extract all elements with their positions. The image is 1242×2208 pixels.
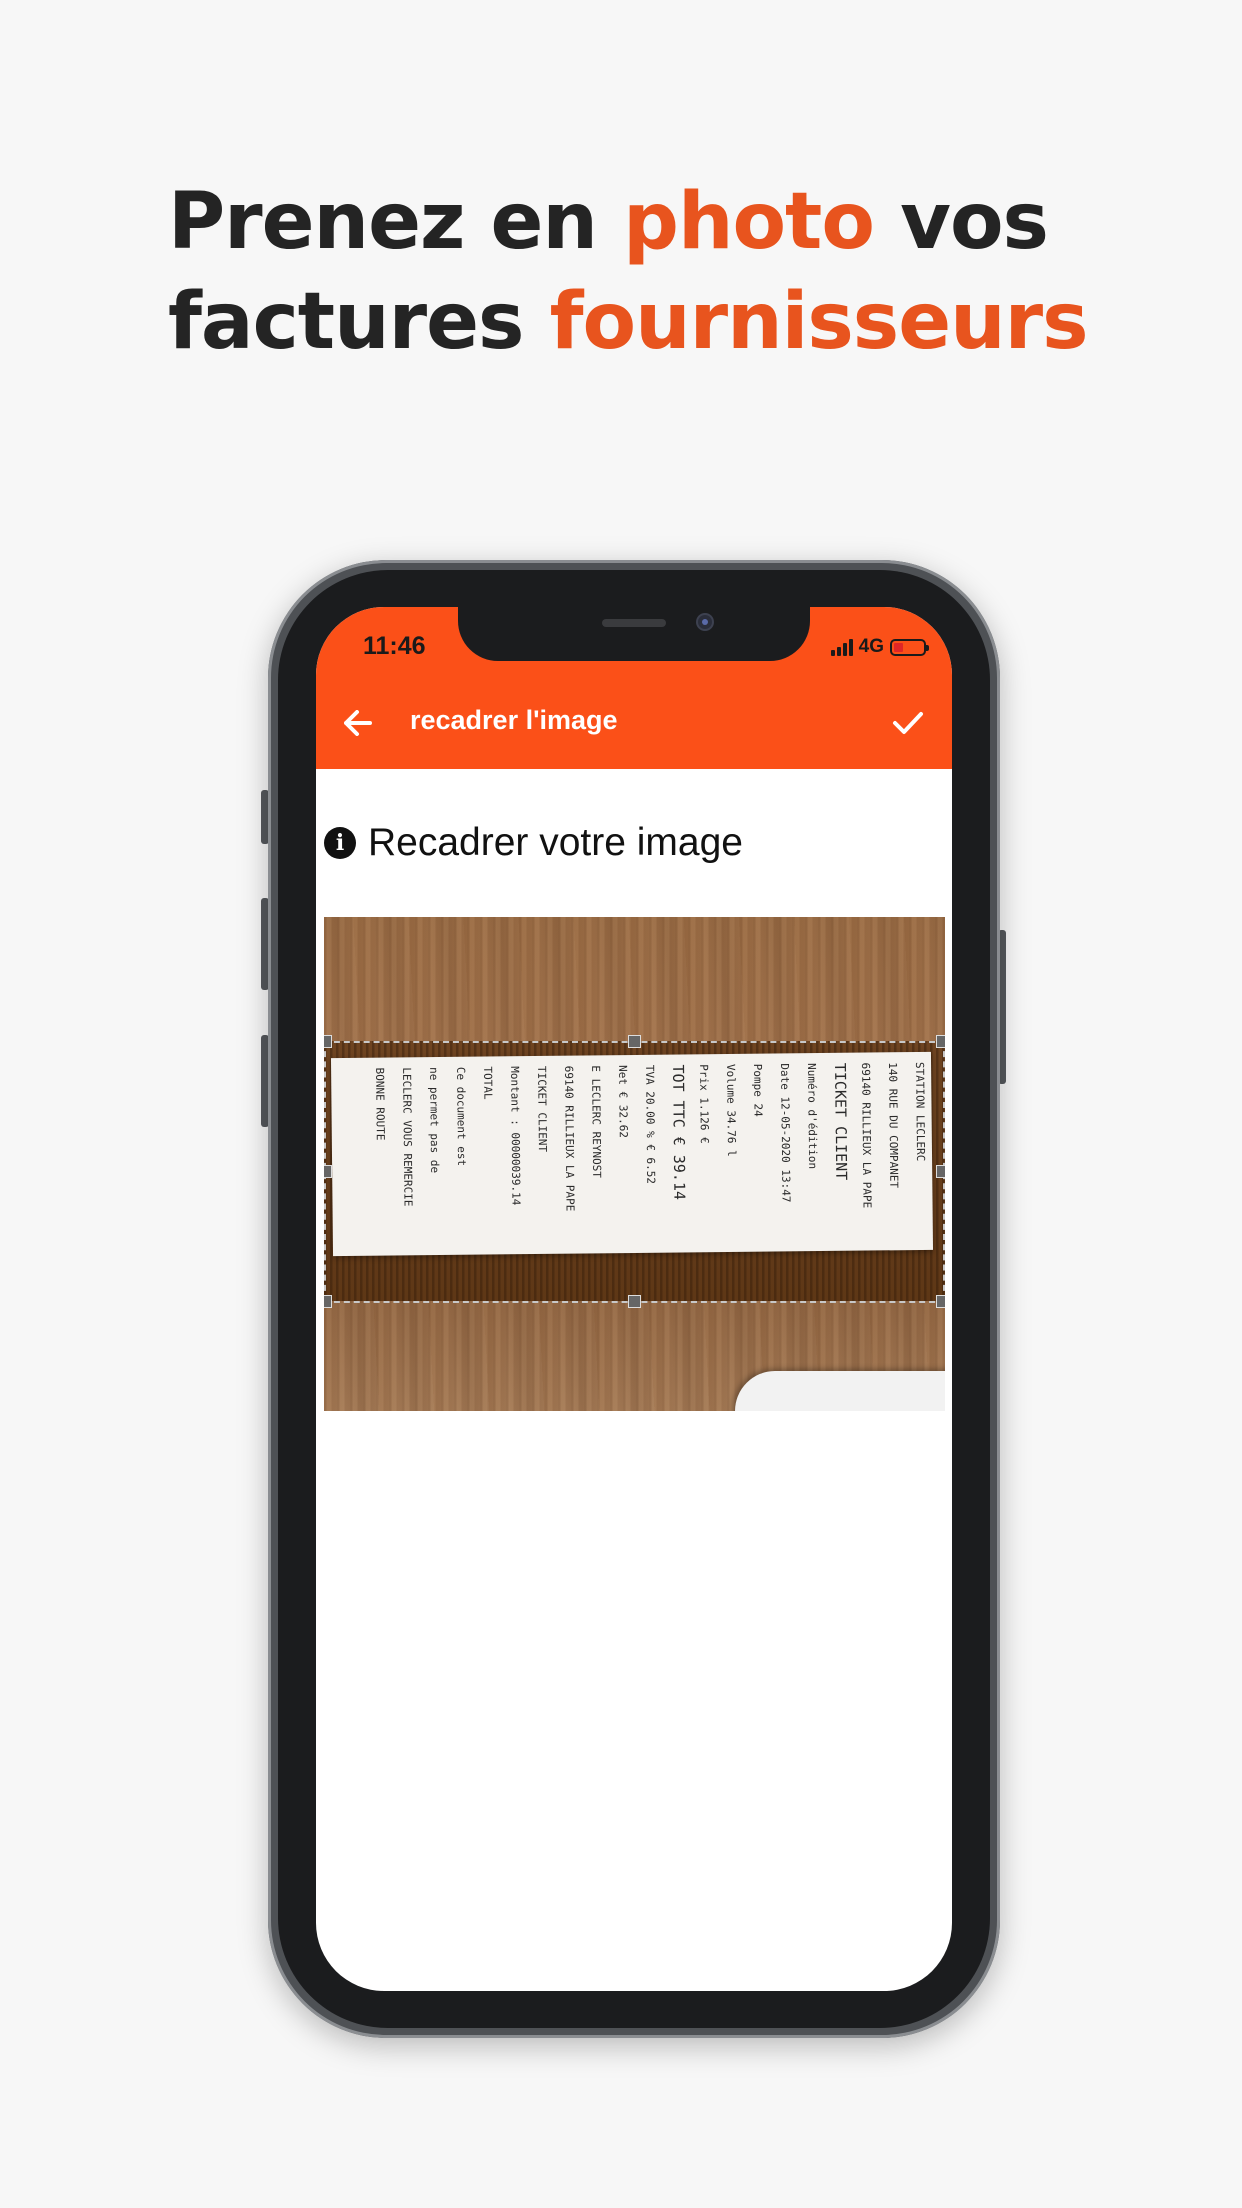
front-camera — [698, 615, 712, 629]
phone-screen: 11:46 4G recadrer l'image i Recadrer vot… — [316, 607, 952, 1991]
status-time: 11:46 — [363, 632, 426, 660]
receipt-line: Date 12-05-2020 13:47 — [778, 1063, 792, 1202]
crop-handle-bottom-right[interactable] — [936, 1295, 945, 1308]
check-icon — [893, 712, 923, 734]
speaker-grille — [602, 619, 666, 627]
receipt-line: TICKET CLIENT — [831, 1063, 850, 1181]
receipt-line: 69140 RILLIEUX LA PAPE — [859, 1062, 874, 1208]
receipt-line: Prix 1.126 € — [697, 1064, 711, 1144]
phone-notch — [458, 607, 810, 661]
status-indicators: 4G — [830, 636, 929, 658]
receipt-line: 69140 RILLIEUX LA PAPE — [562, 1066, 577, 1212]
back-button[interactable] — [338, 703, 378, 743]
receipt-line: ne permet pas de — [427, 1067, 441, 1173]
instruction-text: Recadrer votre image — [368, 821, 743, 864]
app-bar-title: recadrer l'image — [410, 705, 618, 735]
crop-handle-top-left[interactable] — [324, 1035, 332, 1048]
receipt-line: TOT TTC € 39.14 — [669, 1064, 688, 1200]
headline-accent-fournisseurs: fournisseurs — [549, 277, 1089, 367]
app-bar: 11:46 4G recadrer l'image — [316, 607, 952, 769]
receipt-line: TICKET CLIENT — [535, 1066, 549, 1153]
receipt-line: TVA 20.00 % € 6.52 — [643, 1065, 657, 1184]
receipt-line: Ce document est — [454, 1067, 468, 1166]
headline-line-1: Prenez en photo vos — [168, 177, 1049, 267]
crop-handle-top-right[interactable] — [936, 1035, 945, 1048]
network-label: 4G — [858, 636, 884, 657]
receipt-line: Montant : 00000039.14 — [508, 1066, 522, 1206]
receipt-line: BONNE ROUTE — [373, 1068, 387, 1141]
receipt-line: E LECLERC REYNOST — [589, 1065, 603, 1178]
headline: Prenez en photo vos factures fournisseur… — [168, 172, 1168, 372]
crop-handle-bottom-left[interactable] — [324, 1295, 332, 1308]
signal-icon — [830, 638, 853, 656]
crop-handle-middle-right[interactable] — [936, 1165, 945, 1178]
instruction-row: i Recadrer votre image — [324, 821, 743, 865]
battery-icon — [890, 638, 929, 656]
headline-line-2: factures fournisseurs — [168, 277, 1089, 367]
confirm-button[interactable] — [886, 701, 930, 745]
plate-edge — [735, 1371, 945, 1411]
headline-accent-photo: photo — [623, 177, 875, 267]
receipt-line: LECLERC VOUS REMERCIE — [400, 1067, 414, 1206]
crop-handle-top-center[interactable] — [628, 1035, 641, 1048]
receipt-line: STATION LECLERC — [913, 1062, 927, 1161]
receipt-line: TOTAL — [481, 1066, 494, 1100]
crop-handle-middle-left[interactable] — [324, 1165, 332, 1178]
info-icon: i — [324, 827, 356, 859]
receipt-line: 140 RUE DU COMPANET — [886, 1062, 900, 1188]
arrow-left-icon — [344, 710, 372, 736]
receipt-line: Pompe 24 — [751, 1064, 765, 1117]
receipt-line: Numéro d'édition — [805, 1063, 819, 1169]
crop-image[interactable]: STATION LECLERC 140 RUE DU COMPANET 69140 … — [324, 917, 945, 1411]
crop-handle-bottom-center[interactable] — [628, 1295, 641, 1308]
receipt-line: Net € 32.62 — [616, 1065, 630, 1138]
receipt-photo: STATION LECLERC 140 RUE DU COMPANET 69140 … — [330, 1051, 934, 1257]
receipt-line: Volume 34.76 l — [724, 1064, 738, 1157]
receipt-text-block: STATION LECLERC 140 RUE DU COMPANET 69140 … — [373, 1062, 927, 1212]
